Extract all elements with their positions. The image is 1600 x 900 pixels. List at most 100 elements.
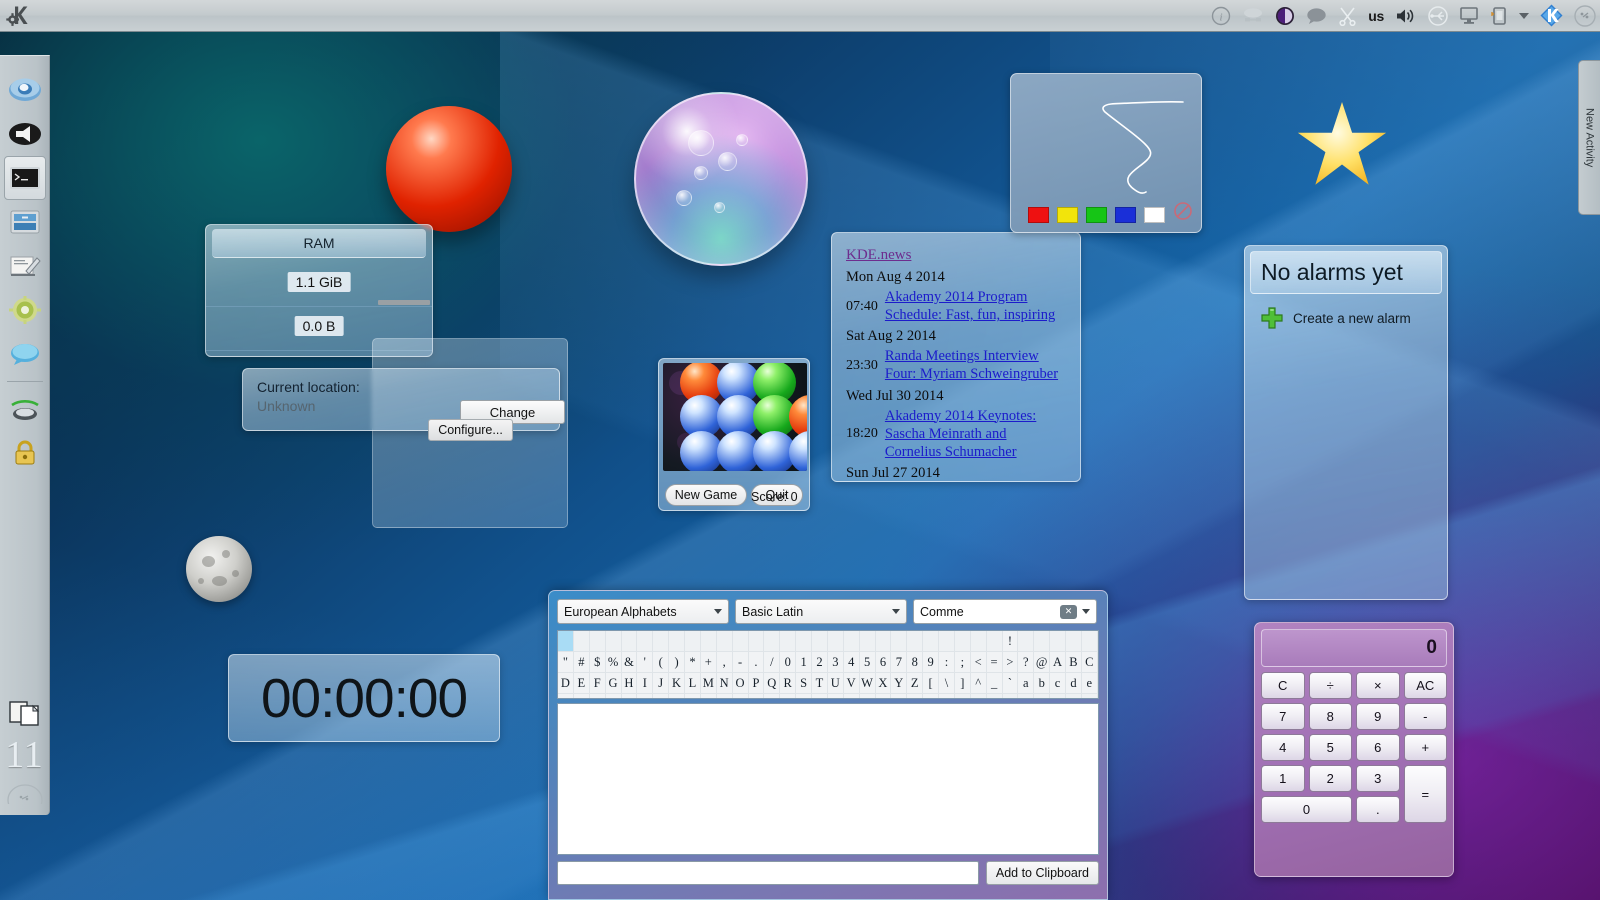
character-cell[interactable]: d	[1066, 673, 1082, 694]
character-cell[interactable]: .	[748, 652, 765, 673]
character-cell[interactable]: c	[1050, 673, 1066, 694]
character-cell[interactable]: 3	[827, 652, 844, 673]
news-item-title[interactable]: Randa Meetings Interview Four: Myriam Sc…	[885, 347, 1066, 383]
character-cell[interactable]	[748, 631, 765, 652]
digital-clock-widget[interactable]: 00:00:00	[228, 654, 500, 742]
character-cell[interactable]: X	[875, 673, 892, 694]
character-cell[interactable]: ?	[1018, 652, 1035, 673]
character-cell[interactable]: K	[669, 673, 685, 694]
color-swatch-green[interactable]	[1086, 207, 1107, 223]
news-item[interactable]: 07:40 Akademy 2014 Program Schedule: Fas…	[846, 288, 1066, 324]
character-cell[interactable]: 9	[923, 652, 939, 673]
character-cell[interactable]: o	[700, 694, 717, 698]
character-grid[interactable]: ! " # $% & '() * +, -./0 1 2 3 4 5 6 7 8 9:; < = >? @ A B C D E F G H…	[557, 630, 1099, 699]
character-cell[interactable]	[1081, 694, 1098, 698]
character-cell[interactable]: =	[986, 652, 1003, 673]
clipper-scissors-icon[interactable]	[1338, 6, 1357, 26]
character-cell[interactable]	[716, 631, 733, 652]
calc-key-multiply[interactable]: ×	[1356, 672, 1400, 699]
character-cell[interactable]: l	[653, 694, 670, 698]
configure-button[interactable]: Configure...	[428, 419, 513, 441]
character-cell[interactable]: x	[843, 694, 860, 698]
calc-key-decimal[interactable]: .	[1356, 796, 1400, 823]
character-cell[interactable]: *	[685, 652, 701, 673]
clear-canvas-icon[interactable]	[1173, 201, 1193, 226]
network-icon[interactable]	[1242, 7, 1264, 25]
character-cell[interactable]: p	[716, 694, 733, 698]
character-cell[interactable]: {	[891, 694, 908, 698]
character-cell[interactable]: -	[732, 652, 749, 673]
character-cell[interactable]: u	[796, 694, 812, 698]
character-cell[interactable]: ;	[954, 652, 971, 673]
usb-icon[interactable]	[1428, 5, 1448, 26]
calc-key-equals[interactable]: =	[1403, 765, 1447, 823]
character-cell[interactable]: q	[732, 694, 749, 698]
character-cell[interactable]	[1034, 631, 1051, 652]
character-cell[interactable]: D	[558, 673, 574, 694]
character-cell[interactable]: a	[1018, 673, 1035, 694]
character-cell[interactable]	[954, 694, 971, 698]
character-cell[interactable]	[891, 631, 908, 652]
character-cell[interactable]	[700, 631, 717, 652]
calc-key-9[interactable]: 9	[1356, 703, 1400, 730]
character-cell[interactable]: #	[573, 652, 590, 673]
character-cell[interactable]: J	[653, 673, 670, 694]
sidebar-item-file-manager[interactable]	[4, 200, 46, 244]
character-cell[interactable]: 4	[843, 652, 860, 673]
character-cell[interactable]	[1050, 694, 1066, 698]
character-cell[interactable]: }	[923, 694, 939, 698]
character-cell[interactable]: ^	[970, 673, 987, 694]
character-cell[interactable]: (	[653, 652, 670, 673]
character-cell[interactable]	[621, 631, 638, 652]
character-cell[interactable]	[1066, 694, 1082, 698]
character-cell[interactable]: y	[859, 694, 876, 698]
character-cell[interactable]: b	[1034, 673, 1051, 694]
calc-key-clear[interactable]: C	[1261, 672, 1305, 699]
color-swatch-blue[interactable]	[1115, 207, 1136, 223]
sidebar-item-messaging[interactable]	[4, 332, 46, 376]
character-cell[interactable]: C	[1081, 652, 1098, 673]
character-cell[interactable]: ]	[954, 673, 971, 694]
calculator-widget[interactable]: 0 C ÷ × AC 7 8 9 - 4 5 6 + 1 2 3 = 0 .	[1254, 622, 1454, 877]
character-cell[interactable]: E	[573, 673, 590, 694]
character-cell[interactable]	[970, 694, 987, 698]
character-cell[interactable]: :	[939, 652, 955, 673]
character-cell[interactable]	[812, 631, 828, 652]
character-cell[interactable]: t	[780, 694, 797, 698]
new-game-button[interactable]: New Game	[665, 484, 747, 506]
character-cell[interactable]: +	[700, 652, 717, 673]
calc-key-2[interactable]: 2	[1308, 765, 1352, 792]
sidebar-item-notes[interactable]	[4, 244, 46, 288]
character-cell[interactable]: 7	[891, 652, 908, 673]
character-cell[interactable]: R	[780, 673, 797, 694]
character-cell[interactable]	[1081, 631, 1098, 652]
character-cell[interactable]	[1034, 694, 1051, 698]
sidebar-item-clipboard[interactable]	[4, 690, 46, 734]
character-cell[interactable]	[637, 631, 654, 652]
character-cell[interactable]	[653, 631, 670, 652]
calc-key-minus[interactable]: -	[1403, 703, 1447, 730]
alarm-widget[interactable]: No alarms yet Create a new alarm	[1244, 245, 1448, 600]
character-cell[interactable]	[1066, 631, 1082, 652]
character-cell[interactable]: w	[827, 694, 844, 698]
sidebar-item-network[interactable]	[4, 387, 46, 431]
character-cell[interactable]	[1002, 694, 1019, 698]
news-item[interactable]: 18:20 Akademy 2014 Keynotes: Sascha Mein…	[846, 407, 1066, 461]
character-cell[interactable]: 5	[859, 652, 876, 673]
character-cell[interactable]: z	[875, 694, 892, 698]
character-cell[interactable]: i	[605, 694, 622, 698]
character-cell[interactable]: "	[558, 652, 574, 673]
character-cell[interactable]	[589, 631, 606, 652]
character-cell[interactable]	[875, 631, 892, 652]
news-item-title[interactable]: Akademy 2014 Keynotes: Sascha Meinrath a…	[885, 407, 1066, 461]
character-cell[interactable]: 8	[907, 652, 924, 673]
color-swatch-white[interactable]	[1144, 207, 1165, 223]
news-item[interactable]: 23:30 Randa Meetings Interview Four: Myr…	[846, 347, 1066, 383]
display-icon[interactable]	[1459, 6, 1479, 25]
character-cell[interactable]: k	[637, 694, 654, 698]
character-cell[interactable]: U	[827, 673, 844, 694]
character-cell[interactable]: n	[685, 694, 701, 698]
character-cell[interactable]	[1018, 631, 1035, 652]
character-cell[interactable]	[859, 631, 876, 652]
scribble-canvas[interactable]	[1011, 74, 1202, 204]
